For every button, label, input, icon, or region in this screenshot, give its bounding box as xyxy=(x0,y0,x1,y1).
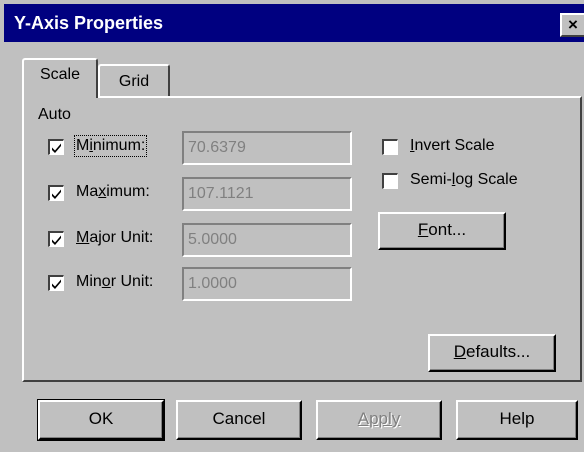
major-unit-auto-checkbox[interactable] xyxy=(48,231,64,247)
major-unit-label: Major Unit: xyxy=(76,229,154,246)
font-button[interactable]: Font... xyxy=(378,212,506,250)
ok-button[interactable]: OK xyxy=(37,399,165,441)
invert-scale-label: Invert Scale xyxy=(410,137,495,154)
auto-label: Auto xyxy=(38,106,71,123)
title-bar[interactable]: Y-Axis Properties × xyxy=(4,4,584,42)
maximum-label: Maximum: xyxy=(76,183,150,200)
checkmark-icon xyxy=(52,279,61,289)
minimum-auto-checkbox[interactable] xyxy=(48,139,64,155)
dialog-title: Y-Axis Properties xyxy=(14,13,164,33)
minor-unit-auto-checkbox[interactable] xyxy=(48,275,64,291)
tab-scale-label: Scale xyxy=(39,66,81,83)
tab-grid-label: Grid xyxy=(118,73,150,90)
minor-unit-label: Minor Unit: xyxy=(76,273,154,290)
maximum-auto-checkbox[interactable] xyxy=(48,185,64,201)
cancel-button[interactable]: Cancel xyxy=(176,400,302,440)
close-icon: × xyxy=(568,15,578,34)
help-button[interactable]: Help xyxy=(456,400,578,440)
y-axis-properties-dialog: Y-Axis Properties × Scale Grid Auto Mini… xyxy=(0,0,584,452)
tab-grid[interactable]: Grid xyxy=(98,64,170,98)
semilog-scale-checkbox[interactable] xyxy=(382,173,398,189)
tab-scale[interactable]: Scale xyxy=(22,58,98,98)
semilog-scale-label: Semi-log Scale xyxy=(410,171,518,188)
checkmark-icon xyxy=(52,235,61,245)
minimum-label: Minimum: xyxy=(73,135,148,157)
apply-button[interactable]: Apply xyxy=(316,400,442,440)
checkmark-icon xyxy=(52,189,61,199)
checkmark-icon xyxy=(52,143,61,153)
minimum-input[interactable]: 70.6379 xyxy=(182,131,352,165)
close-button[interactable]: × xyxy=(560,13,584,37)
major-unit-input[interactable]: 5.0000 xyxy=(182,223,352,257)
minor-unit-input[interactable]: 1.0000 xyxy=(182,267,352,301)
maximum-input[interactable]: 107.1121 xyxy=(182,177,352,211)
defaults-button[interactable]: Defaults... xyxy=(428,334,556,372)
invert-scale-checkbox[interactable] xyxy=(382,139,398,155)
